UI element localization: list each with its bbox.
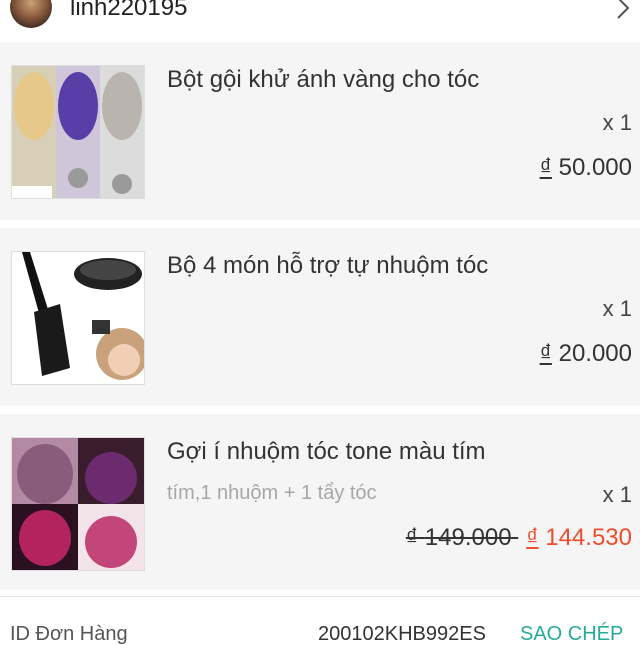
discounted-price: ₫ 144.530: [526, 524, 632, 551]
price-value: 50.000: [558, 154, 632, 181]
shop-header[interactable]: linh220195: [0, 0, 640, 40]
item-quantity: x 1: [602, 482, 632, 507]
chevron-right-icon[interactable]: [612, 0, 634, 20]
item-name: Bột gội khử ánh vàng cho tóc: [167, 66, 480, 93]
item-variant: tím,1 nhuộm + 1 tẩy tóc: [167, 482, 377, 504]
item-quantity: x 1: [602, 296, 632, 321]
item-name: Bộ 4 món hỗ trợ tự nhuộm tóc: [167, 252, 489, 279]
order-id-label: ID Đơn Hàng: [10, 623, 128, 645]
product-image-bleach[interactable]: [11, 65, 145, 199]
item-price: ₫ 20.000: [540, 340, 632, 368]
original-price: ₫ 149.000: [405, 524, 512, 551]
order-item[interactable]: Bột gội khử ánh vàng cho tóc x 1 ₫ 50.00…: [0, 42, 640, 220]
order-item[interactable]: Bộ 4 món hỗ trợ tự nhuộm tóc x 1 ₫ 20.00…: [0, 228, 640, 406]
item-name: Gợi í nhuộm tóc tone màu tím: [167, 438, 486, 465]
avatar: [10, 0, 52, 28]
order-item[interactable]: Gợi í nhuộm tóc tone màu tím tím,1 nhuộm…: [0, 414, 640, 590]
copy-button[interactable]: SAO CHÉP: [520, 623, 623, 646]
currency-symbol: ₫: [539, 340, 552, 367]
item-price: ₫ 149.000 ₫ 144.530: [406, 524, 632, 552]
currency-symbol: ₫: [539, 154, 552, 181]
product-image-purple-hair[interactable]: [11, 437, 145, 571]
product-image-dye-kit[interactable]: [11, 251, 145, 385]
order-id-row: ID Đơn Hàng 200102KHB992ES SAO CHÉP: [0, 596, 640, 645]
shop-name[interactable]: linh220195: [70, 0, 187, 22]
price-value: 20.000: [558, 340, 632, 367]
item-quantity: x 1: [602, 110, 632, 135]
item-price: ₫ 50.000: [540, 154, 632, 182]
order-id-value: 200102KHB992ES: [318, 623, 486, 645]
